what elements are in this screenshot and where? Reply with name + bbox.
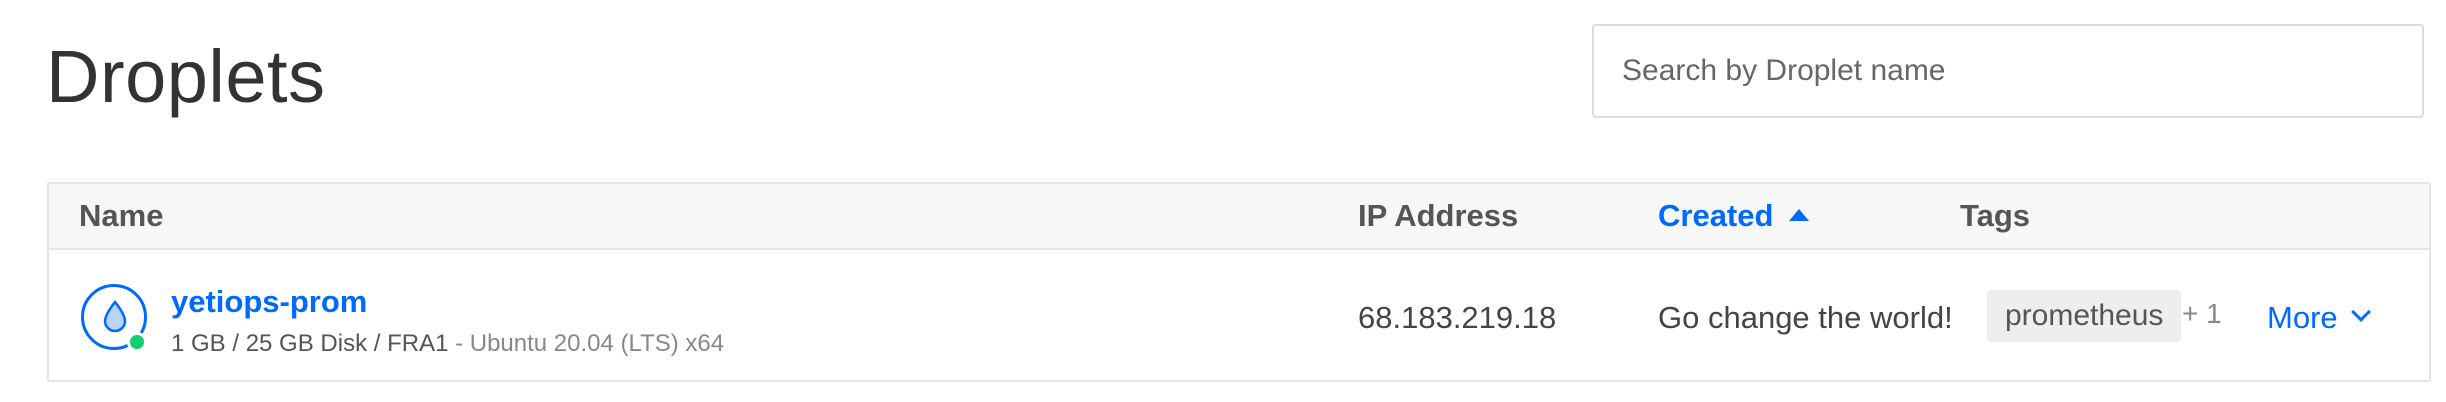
column-header-tags[interactable]: Tags — [1960, 184, 2030, 248]
droplet-ip: 68.183.219.18 — [1358, 300, 1557, 335]
tag-chip-prometheus[interactable]: prometheus — [1987, 290, 2182, 342]
table-row: yetiops-prom 1 GB / 25 GB Disk / FRA1 - … — [49, 250, 2429, 382]
droplet-created: Go change the world! — [1658, 300, 1953, 335]
meta-separator: - — [448, 330, 470, 357]
column-header-created[interactable]: Created — [1658, 184, 1810, 248]
droplet-meta: 1 GB / 25 GB Disk / FRA1 - Ubuntu 20.04 … — [171, 330, 724, 358]
column-header-ip[interactable]: IP Address — [1358, 184, 1518, 248]
more-label: More — [2267, 300, 2338, 335]
column-header-created-label: Created — [1658, 198, 1774, 233]
extra-tags-count[interactable]: + 1 — [2182, 298, 2222, 330]
droplets-page: Droplets Name IP Address Created Tags ye… — [0, 0, 2446, 402]
table-header: Name IP Address Created Tags — [49, 184, 2429, 250]
chevron-down-icon — [2350, 302, 2371, 322]
droplet-os: Ubuntu 20.04 (LTS) x64 — [469, 330, 725, 357]
search-input[interactable] — [1592, 24, 2424, 118]
droplets-table: Name IP Address Created Tags yetiops-pro… — [47, 182, 2431, 382]
page-title: Droplets — [46, 35, 326, 118]
column-header-name[interactable]: Name — [79, 184, 163, 248]
sort-ascending-icon — [1789, 209, 1810, 221]
status-indicator — [127, 332, 147, 352]
more-menu-button[interactable]: More — [2267, 300, 2371, 336]
droplet-name-link[interactable]: yetiops-prom — [171, 284, 367, 320]
droplet-specs: 1 GB / 25 GB Disk / FRA1 — [171, 330, 449, 357]
